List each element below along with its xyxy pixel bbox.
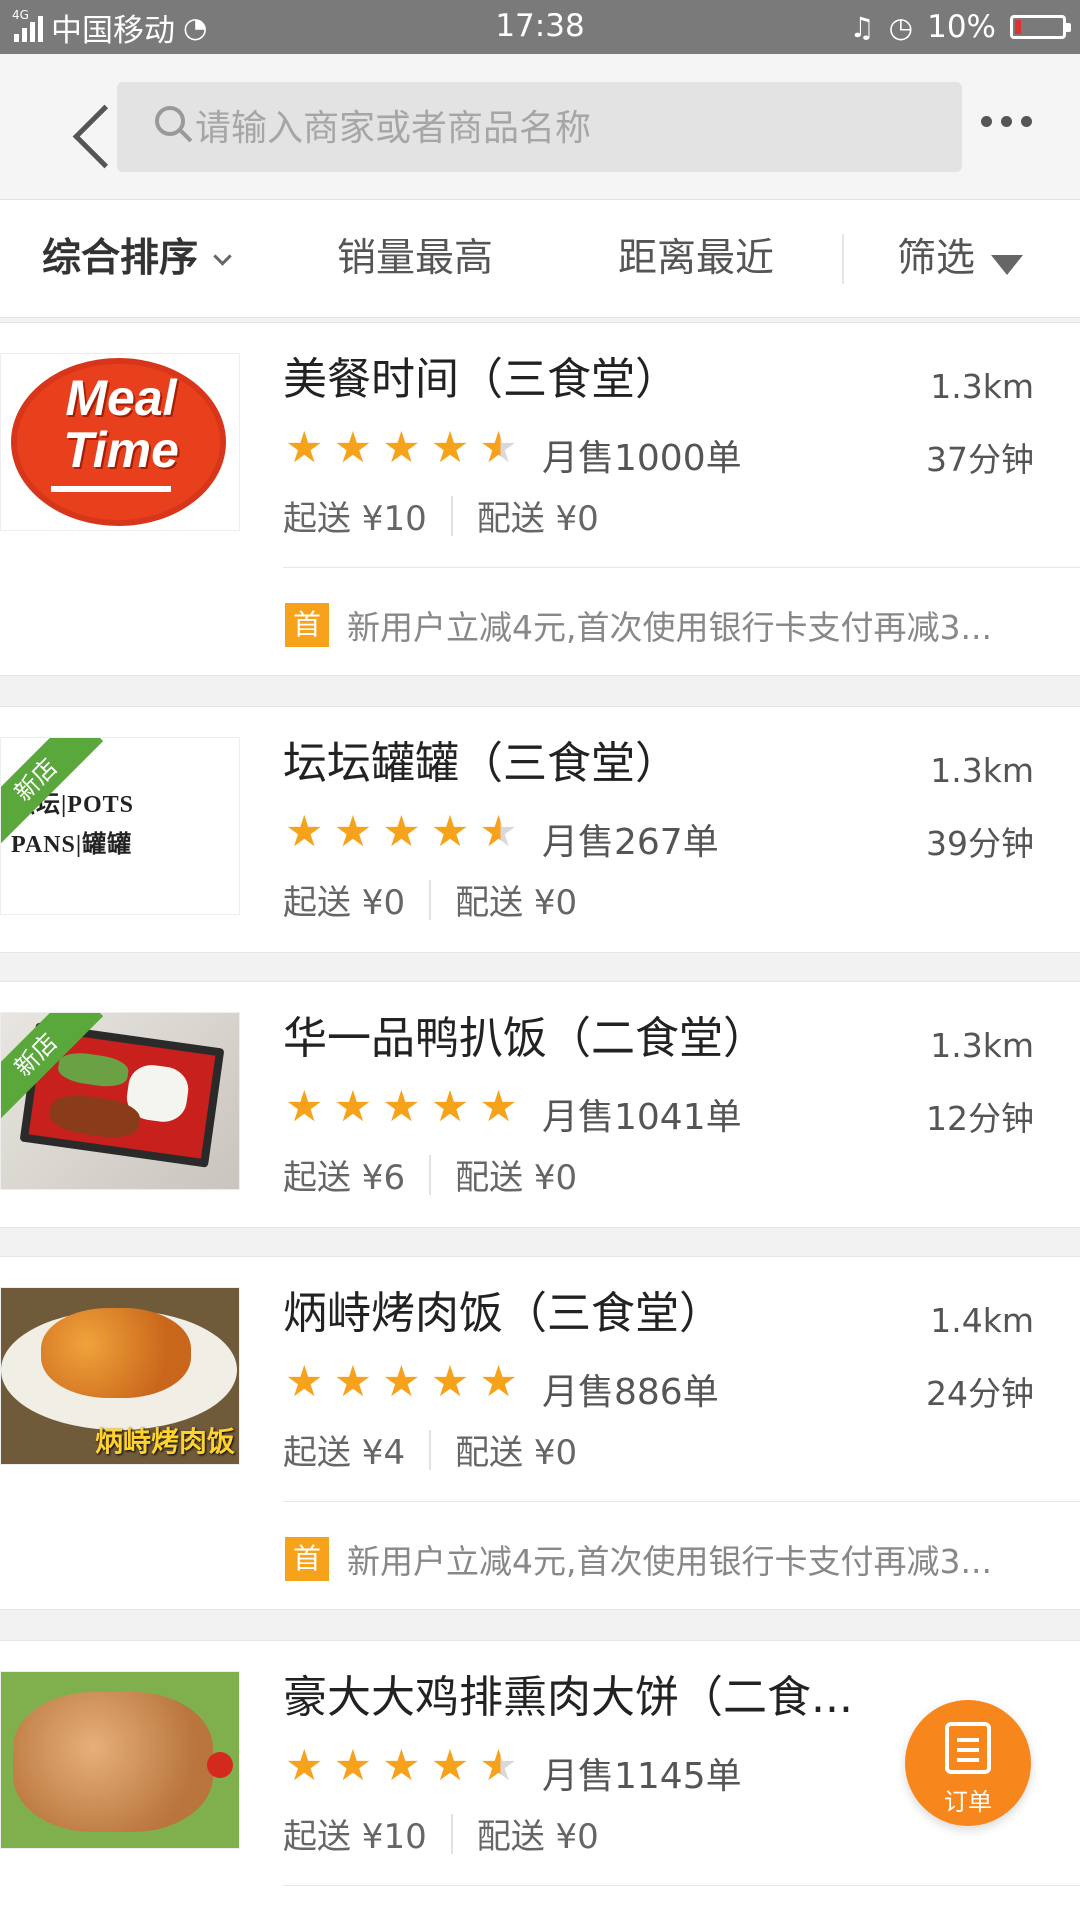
delivery-fee: 配送 ¥0 xyxy=(476,499,599,539)
fee-row: 起送 ¥4 配送 ¥0 xyxy=(283,1425,577,1474)
top-bar xyxy=(0,54,1080,200)
sort-comprehensive-label: 综合排序 xyxy=(42,236,199,281)
store-logo: 坛坛|POTS PANS|罐罐 新店 xyxy=(0,737,240,915)
logo-text: PANS|罐罐 xyxy=(11,832,133,858)
sort-nearest[interactable]: 距离最近 xyxy=(618,200,774,317)
store-name: 豪大大鸡排熏肉大饼（二食... xyxy=(283,1672,853,1723)
store-name: 炳峙烤肉饭（三食堂） xyxy=(283,1288,723,1339)
fee-row: 起送 ¥0 配送 ¥0 xyxy=(283,875,577,924)
min-order: 起送 ¥6 xyxy=(283,1158,406,1198)
store-name: 美餐时间（三食堂） xyxy=(283,354,679,405)
rating-stars: ★ ★ ★ ★ ★ xyxy=(285,423,518,473)
min-order: 起送 ¥0 xyxy=(283,883,406,923)
delivery-fee: 配送 ¥0 xyxy=(455,1433,578,1473)
rating-stars: ★ ★ ★ ★ ★ xyxy=(285,1357,518,1407)
battery-percent: 10% xyxy=(927,9,996,45)
delivery-time: 37分钟 xyxy=(926,440,1034,479)
promo-text: 新用户立减4元,首次使用银行卡支付再减3... xyxy=(347,1542,992,1581)
search-box[interactable] xyxy=(117,82,962,174)
battery-icon xyxy=(1010,15,1071,39)
orders-button[interactable]: 订单 xyxy=(905,1700,1031,1826)
back-button[interactable] xyxy=(30,74,137,174)
sort-comprehensive[interactable]: 综合排序 xyxy=(42,200,232,317)
fee-row: 起送 ¥10 配送 ¥0 xyxy=(283,491,599,540)
store-name: 坛坛罐罐（三食堂） xyxy=(283,738,679,789)
min-order: 起送 ¥10 xyxy=(283,499,427,539)
store-card[interactable]: 炳峙烤肉饭 炳峙烤肉饭（三食堂） 1.4km ★ ★ ★ ★ ★ 月售886单 24分钟… xyxy=(0,1256,1080,1610)
promo-row: 首 新用户立减4元,首次使用银行卡支付再减3... xyxy=(285,1535,992,1583)
alarm-icon: ◷ xyxy=(888,10,914,44)
rating-stars: ★ ★ ★ ★ ★ xyxy=(285,1082,518,1132)
status-bar: 4G 中国移动 ◔ 17:38 ♫ ◷ 10% xyxy=(0,0,1080,54)
logo-text: Meal xyxy=(65,370,177,426)
promo-row: 首 新用户立减4元,首次使用银行卡支付再减3... xyxy=(285,601,992,649)
delivery-fee: 配送 ¥0 xyxy=(476,1817,599,1857)
more-options-button[interactable] xyxy=(981,116,1032,127)
divider xyxy=(842,234,844,284)
monthly-sales: 月售1000单 xyxy=(542,438,742,479)
store-card[interactable]: 坛坛|POTS PANS|罐罐 新店 坛坛罐罐（三食堂） 1.3km ★ ★ ★ ★ ★… xyxy=(0,706,1080,953)
search-icon xyxy=(155,106,185,136)
monthly-sales: 月售886单 xyxy=(542,1372,719,1413)
delivery-time: 12分钟 xyxy=(926,1099,1034,1138)
store-card[interactable]: Meal Time 美餐时间（三食堂） 1.3km ★ ★ ★ ★ ★ 月售1000单 3… xyxy=(0,322,1080,676)
clipboard-icon xyxy=(945,1722,991,1774)
store-photo: 新店 xyxy=(0,1012,240,1190)
photo-caption: 炳峙烤肉饭 xyxy=(94,1425,235,1458)
store-photo: 炳峙烤肉饭 xyxy=(0,1287,240,1465)
delivery-fee: 配送 ¥0 xyxy=(455,1158,578,1198)
first-order-badge: 首 xyxy=(285,1537,329,1581)
rating-stars: ★ ★ ★ ★ ★ xyxy=(285,1741,518,1791)
store-logo: Meal Time xyxy=(0,353,240,531)
store-distance: 1.3km xyxy=(930,1026,1034,1065)
rating-stars: ★ ★ ★ ★ ★ xyxy=(285,807,518,857)
store-distance: 1.3km xyxy=(930,367,1034,406)
store-distance: 1.4km xyxy=(930,1301,1034,1340)
monthly-sales: 月售267单 xyxy=(542,822,719,863)
filter-icon xyxy=(991,255,1024,275)
filter-label: 筛选 xyxy=(897,236,976,281)
delivery-fee: 配送 ¥0 xyxy=(455,883,578,923)
store-photo xyxy=(0,1671,240,1849)
first-order-badge: 首 xyxy=(285,603,329,647)
store-distance: 1.3km xyxy=(930,751,1034,790)
store-card[interactable]: 新店 华一品鸭扒饭（二食堂） 1.3km ★ ★ ★ ★ ★ 月售1041单 12分钟 … xyxy=(0,981,1080,1228)
chevron-down-icon xyxy=(213,247,232,266)
fee-row: 起送 ¥10 配送 ¥0 xyxy=(283,1809,599,1858)
delivery-time: 24分钟 xyxy=(926,1374,1034,1413)
promo-text: 新用户立减4元,首次使用银行卡支付再减3... xyxy=(347,608,992,647)
logo-text: Time xyxy=(63,422,179,478)
sort-bar: 综合排序 销量最高 距离最近 筛选 xyxy=(0,200,1080,318)
orders-label: 订单 xyxy=(944,1788,992,1816)
min-order: 起送 ¥10 xyxy=(283,1817,427,1857)
sort-top-sales[interactable]: 销量最高 xyxy=(337,200,493,317)
delivery-time: 39分钟 xyxy=(926,824,1034,863)
min-order: 起送 ¥4 xyxy=(283,1433,406,1473)
search-input[interactable] xyxy=(193,82,937,174)
fork-spoon-icon xyxy=(51,486,171,492)
monthly-sales: 月售1145单 xyxy=(542,1756,742,1797)
filter-button[interactable]: 筛选 xyxy=(897,200,1024,317)
store-name: 华一品鸭扒饭（二食堂） xyxy=(283,1013,767,1064)
fee-row: 起送 ¥6 配送 ¥0 xyxy=(283,1150,577,1199)
monthly-sales: 月售1041单 xyxy=(542,1097,742,1138)
bell-off-icon: ♫ xyxy=(849,10,875,44)
